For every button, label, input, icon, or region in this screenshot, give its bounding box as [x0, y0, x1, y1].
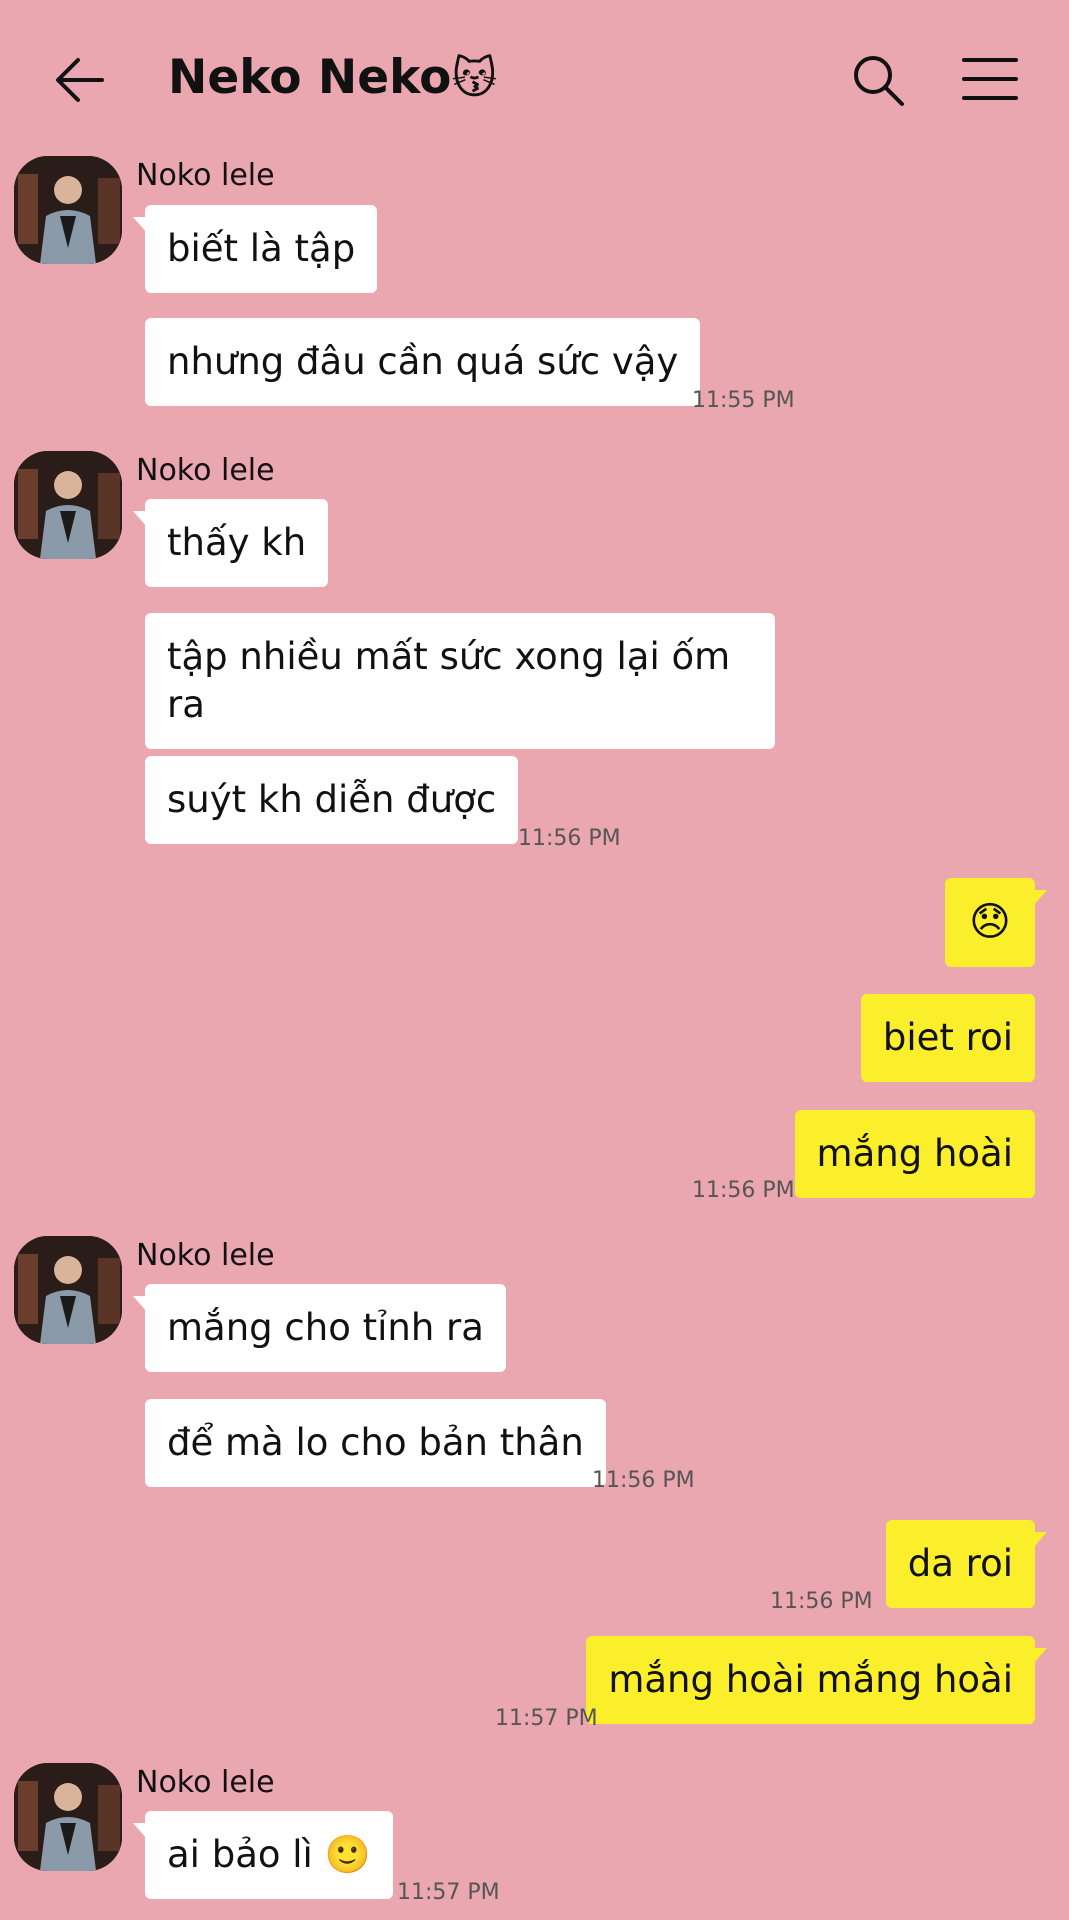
message-bubble-outgoing[interactable]: biet roi — [860, 994, 1035, 1082]
contact-photo-icon — [14, 451, 122, 559]
chat-header: Neko Neko😽 — [0, 0, 1069, 160]
avatar[interactable] — [14, 1236, 122, 1344]
message-bubble[interactable]: biết là tập — [132, 205, 378, 293]
message-timestamp: 11:56 PM — [518, 826, 621, 851]
disappointed-face-emoji: 😞 — [969, 899, 1011, 945]
message-timestamp: 11:57 PM — [397, 1880, 500, 1905]
avatar[interactable] — [14, 451, 122, 559]
message-timestamp: 11:56 PM — [592, 1468, 695, 1493]
chat-title-text: Neko Neko — [168, 50, 452, 105]
search-button[interactable] — [848, 50, 908, 110]
back-arrow-icon — [56, 58, 104, 102]
message-bubble[interactable]: để mà lo cho bản thân — [145, 1399, 606, 1487]
cat-kiss-emoji: 😽 — [451, 53, 498, 104]
message-bubble-outgoing[interactable]: 😞 — [945, 878, 1047, 967]
back-button[interactable] — [52, 52, 108, 108]
message-bubble[interactable]: tập nhiều mất sức xong lại ốm ra — [145, 613, 775, 749]
contact-photo-icon — [14, 1763, 122, 1871]
chat-title: Neko Neko😽 — [168, 50, 497, 105]
menu-icon — [962, 58, 1018, 100]
sender-name: Noko lele — [136, 1238, 275, 1273]
message-bubble[interactable]: thấy kh — [132, 499, 329, 587]
avatar[interactable] — [14, 156, 122, 264]
message-bubble[interactable]: mắng cho tỉnh ra — [133, 1284, 506, 1372]
message-bubble[interactable]: ai bảo lì 🙂 — [133, 1811, 393, 1899]
message-bubble[interactable]: nhưng đâu cần quá sức vậy — [145, 318, 701, 406]
message-timestamp: 11:57 PM — [495, 1706, 598, 1731]
avatar[interactable] — [14, 1763, 122, 1871]
message-timestamp: 11:56 PM — [770, 1589, 873, 1614]
message-timestamp: 11:56 PM — [692, 1178, 795, 1203]
message-bubble[interactable]: suýt kh diễn được — [145, 756, 519, 844]
message-bubble-outgoing[interactable]: mắng hoài mắng hoài — [586, 1636, 1047, 1724]
sender-name: Noko lele — [136, 453, 275, 488]
contact-photo-icon — [14, 1236, 122, 1344]
message-bubble-outgoing[interactable]: da roi — [885, 1520, 1048, 1608]
message-bubble-outgoing[interactable]: mắng hoài — [794, 1110, 1035, 1198]
sender-name: Noko lele — [136, 1765, 275, 1800]
contact-photo-icon — [14, 156, 122, 264]
search-icon — [854, 56, 904, 106]
menu-button[interactable] — [960, 54, 1020, 104]
sender-name: Noko lele — [136, 158, 275, 193]
message-timestamp: 11:55 PM — [692, 388, 795, 413]
